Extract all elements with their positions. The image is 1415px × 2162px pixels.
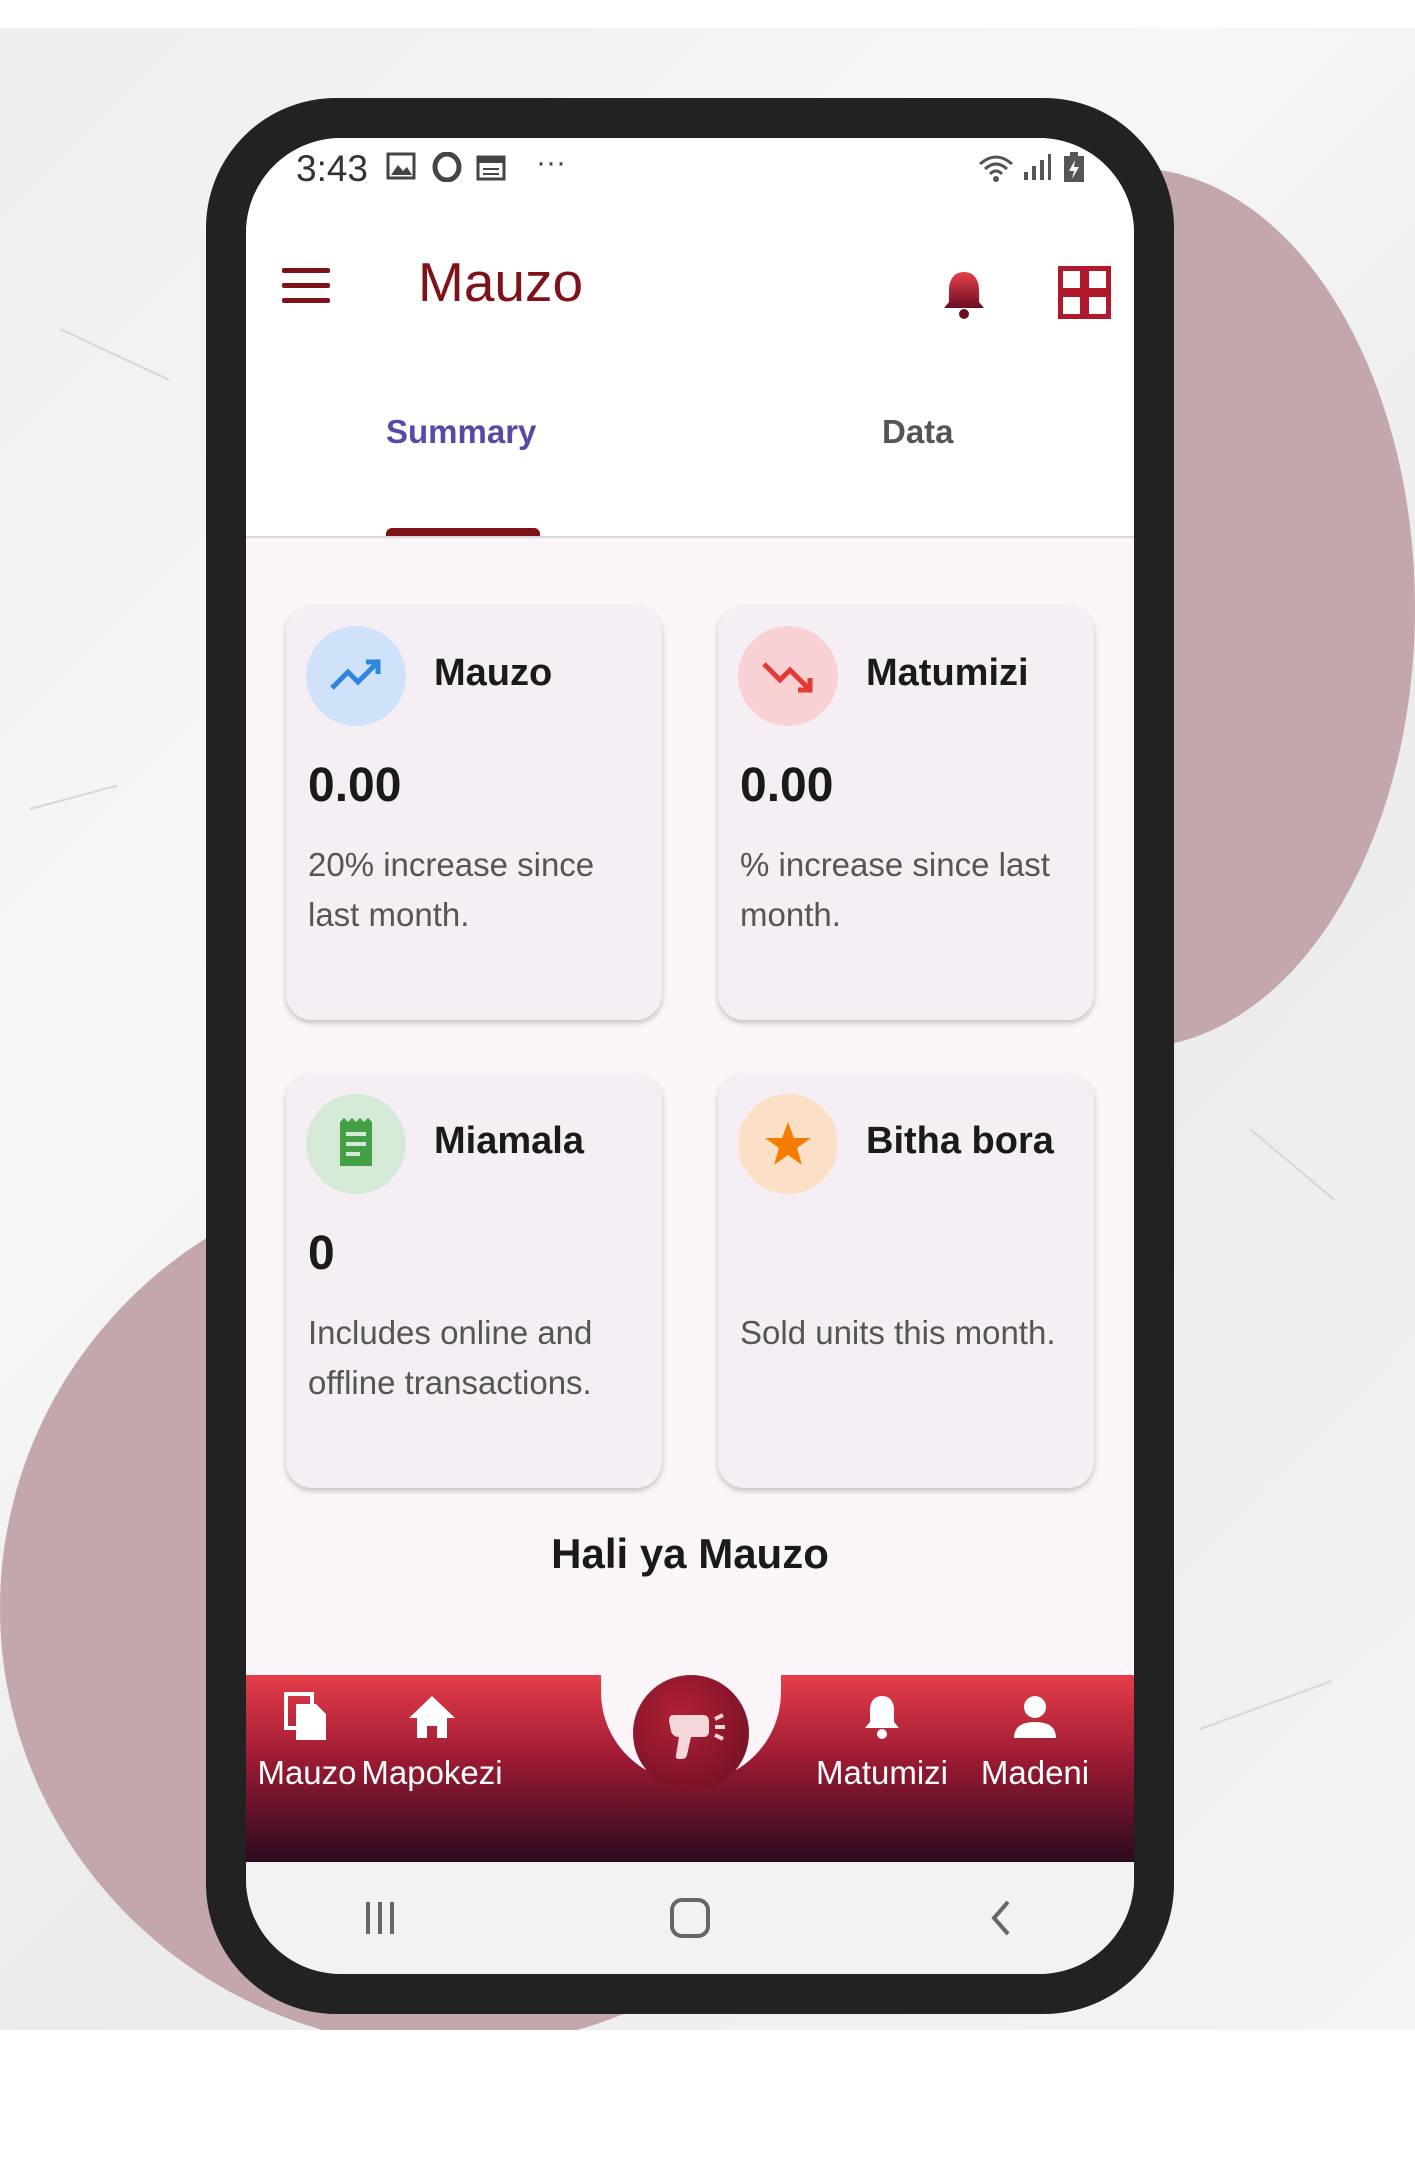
more-notifications-icon: ···	[536, 146, 566, 179]
barcode-scanner-icon	[669, 1713, 725, 1759]
person-icon	[1014, 1696, 1056, 1738]
card-title: Bitha bora	[866, 1120, 1054, 1162]
phone-frame: 3:43 ··· Mauzo Summary Data Mauzo 0.00 2…	[206, 98, 1174, 2014]
card-matumizi[interactable]: Matumizi 0.00 % increase since last mont…	[718, 606, 1094, 1020]
hamburger-menu-icon[interactable]	[282, 268, 330, 304]
bell-icon	[865, 1696, 899, 1739]
scan-barcode-button[interactable]	[633, 1675, 749, 1791]
card-title: Miamala	[434, 1120, 584, 1162]
card-value: 0.00	[308, 759, 402, 812]
recent-apps-icon[interactable]	[360, 1898, 400, 1938]
nav-matumizi[interactable]: Matumizi	[792, 1690, 972, 1792]
card-bitha-bora[interactable]: Bitha bora Sold units this month.	[718, 1074, 1094, 1488]
status-time: 3:43	[296, 148, 369, 189]
calendar-icon	[476, 152, 506, 190]
wifi-icon	[976, 152, 1016, 192]
card-description: % increase since last month.	[740, 846, 1050, 933]
card-value: 0	[308, 1227, 335, 1280]
section-title: Hali ya Mauzo	[551, 1530, 829, 1577]
card-title: Mauzo	[434, 652, 553, 694]
card-miamala[interactable]: Miamala 0 Includes online and offline tr…	[286, 1074, 662, 1488]
app-bar: Mauzo	[246, 228, 1134, 358]
back-icon[interactable]	[986, 1896, 1016, 1940]
trending-up-icon	[306, 626, 406, 726]
grid-view-icon[interactable]	[1058, 266, 1111, 319]
trending-down-icon	[738, 626, 838, 726]
nav-label: Matumizi	[815, 1754, 949, 1791]
tab-data[interactable]: Data	[882, 413, 954, 451]
signal-icon	[1022, 152, 1052, 190]
nav-label: Madeni	[980, 1754, 1090, 1791]
documents-icon	[284, 1692, 326, 1740]
system-navigation-bar	[246, 1862, 1134, 1974]
home-icon	[409, 1696, 455, 1738]
card-mauzo[interactable]: Mauzo 0.00 20% increase since last month…	[286, 606, 662, 1020]
notification-bell-icon[interactable]	[936, 266, 992, 322]
home-button-icon[interactable]	[666, 1896, 714, 1940]
star-icon	[738, 1094, 838, 1194]
tab-summary[interactable]: Summary	[386, 413, 536, 451]
opera-icon	[432, 151, 462, 190]
active-tab-indicator	[386, 528, 540, 536]
page-title: Mauzo	[418, 251, 584, 313]
card-title: Matumizi	[866, 652, 1029, 694]
card-description: 20% increase since last month.	[308, 846, 595, 933]
tab-bar: Summary Data	[246, 358, 1134, 538]
nav-label: Mapokezi	[361, 1754, 503, 1791]
battery-icon	[1062, 152, 1086, 192]
card-value: 0.00	[740, 759, 834, 812]
status-bar: 3:43 ···	[246, 138, 1134, 228]
card-description: Sold units this month.	[740, 1314, 1056, 1351]
gallery-icon	[386, 152, 416, 188]
nav-mapokezi[interactable]: Mapokezi	[342, 1690, 522, 1792]
nav-madeni[interactable]: Madeni	[960, 1690, 1110, 1792]
receipt-icon	[306, 1094, 406, 1194]
card-description: Includes online and offline transactions…	[308, 1314, 593, 1401]
phone-screen: 3:43 ··· Mauzo Summary Data Mauzo 0.00 2…	[246, 138, 1134, 1974]
